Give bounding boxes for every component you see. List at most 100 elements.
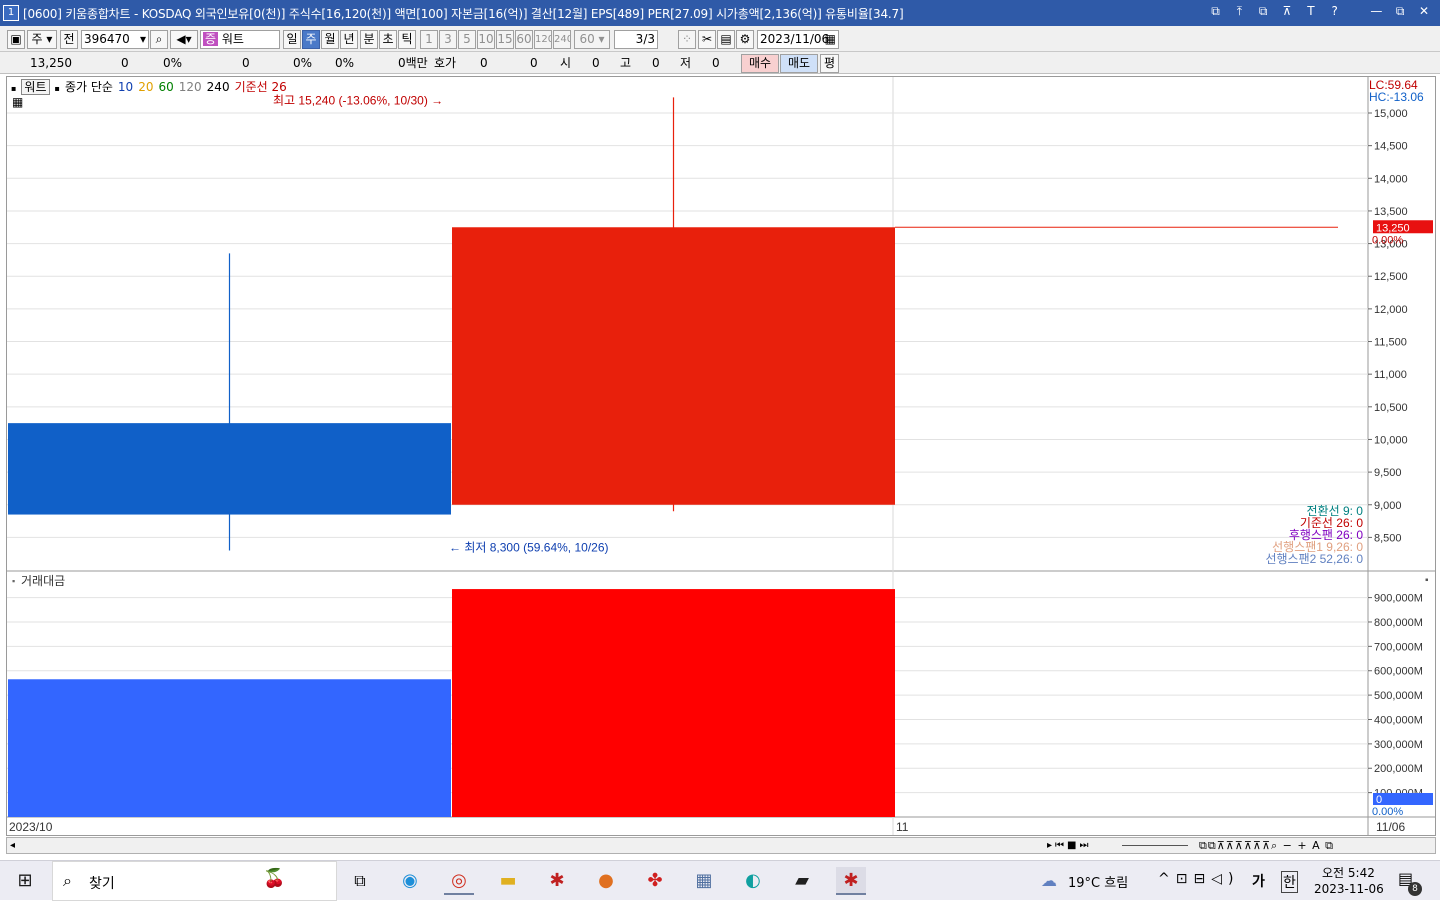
chart-tools-icon[interactable]: ⧉⧉⊼⊼⊼⊼⊼⊼⌕ − + A ⧉ (1199, 838, 1334, 853)
search-icon[interactable]: ⌕ (150, 30, 168, 49)
price-tick-label: 13,500 (1374, 206, 1408, 218)
close-icon[interactable]: ✕ (1414, 4, 1434, 18)
volume-tick-label: 300,000M (1374, 739, 1423, 751)
pin-icon[interactable]: ⊼ (1277, 4, 1297, 18)
tray-icons[interactable]: ^⊡⊟◁) (1158, 871, 1239, 887)
windows-taskbar: ⊞ ⌕ 찾기 🍒 ⧉ ◉ ◎ ▬ ✱ ● ✤ ▦ ◐ ▰ ✱ ☁ 19°C 흐림… (0, 860, 1440, 901)
legend-ma240: 240 (206, 80, 230, 94)
x-label-start: 2023/10 (9, 820, 53, 834)
title-bar: 1 [0600] 키움종합차트 - KOSDAQ 외국인보유[0(천)] 주식수… (0, 0, 1440, 26)
clock-time[interactable]: 오전 5:42 (1322, 864, 1375, 881)
candle-body (8, 423, 451, 515)
code-input[interactable]: 396470 ▾ (81, 30, 149, 49)
interval-5[interactable]: 5 (458, 30, 476, 49)
folder-icon[interactable]: ▬ (493, 867, 523, 895)
calculator-icon[interactable]: ▦ (689, 867, 719, 895)
calendar-icon[interactable]: ▦ (825, 31, 836, 48)
minimize-icon[interactable]: — (1366, 4, 1386, 18)
cut-icon[interactable]: ✂ (698, 30, 716, 49)
interval-custom[interactable]: 60 ▾ (574, 30, 610, 49)
grid-table-icon[interactable]: ▦ (12, 95, 23, 109)
app-red-icon[interactable]: ✤ (640, 867, 670, 895)
interval-120[interactable]: 120 (534, 30, 552, 49)
interval-15[interactable]: 15 (496, 30, 514, 49)
sell-button[interactable]: 매도 (780, 54, 818, 73)
gear-icon[interactable]: ⚙ (736, 30, 754, 49)
period-day[interactable]: 일 (283, 30, 301, 49)
text-icon[interactable]: T (1301, 4, 1321, 18)
panel-close-icon: ▪ (1425, 575, 1429, 586)
high-annotation: 최고 15,240 (-13.06%, 10/30) → (273, 93, 443, 107)
period-year[interactable]: 년 (340, 30, 358, 49)
tool-icon[interactable]: ⁘ (678, 30, 696, 49)
help-icon[interactable]: ? (1325, 4, 1345, 18)
search-placeholder: 찾기 (89, 876, 115, 892)
restore-icon[interactable]: ⧉ (1390, 4, 1410, 19)
chrome-icon[interactable]: ◎ (444, 867, 474, 895)
page-field[interactable]: 3/3 (614, 30, 658, 49)
price-tick-label: 11,500 (1374, 337, 1407, 349)
type-button[interactable]: 전 (60, 30, 78, 49)
link-window-icon[interactable]: ⧉ (1206, 4, 1226, 19)
interval-60[interactable]: 60 (515, 30, 533, 49)
volume-bar (452, 589, 895, 817)
legend-square-icon: ▪ (11, 84, 17, 93)
windows-start-icon[interactable]: ⊞ (10, 867, 40, 895)
candle-body (452, 227, 895, 505)
price-tick-label: 11,000 (1374, 369, 1407, 381)
ime-indicator[interactable]: 가 (1252, 871, 1265, 891)
chart-scrollbar[interactable]: ◂ ▸⏮■⏭ ⧉⧉⊼⊼⊼⊼⊼⊼⌕ − + A ⧉ (6, 837, 1436, 854)
period-second[interactable]: 초 (379, 30, 397, 49)
legend-stock-name[interactable]: 워트 (21, 79, 50, 95)
kiwoom-icon[interactable]: ✱ (542, 867, 572, 895)
volume-panel-title: 거래대금 (21, 574, 65, 588)
top-most-icon[interactable]: ⤒ (1229, 4, 1249, 19)
period-tick[interactable]: 틱 (398, 30, 416, 49)
buy-button[interactable]: 매수 (741, 54, 779, 73)
kiwoom-active-icon[interactable]: ✱ (836, 867, 866, 895)
sticky-notes-icon[interactable]: ▰ (787, 867, 817, 895)
window-number[interactable]: 1 (3, 5, 19, 21)
price-tick-label: 12,000 (1374, 304, 1408, 316)
period-month[interactable]: 월 (321, 30, 339, 49)
chart-area[interactable]: 8,500 9,000 9,500 10,000 10,500 11,000 11,500 1… (6, 76, 1436, 836)
ime-mode[interactable]: 한 (1281, 871, 1298, 893)
interval-1[interactable]: 1 (420, 30, 438, 49)
weather-icon[interactable]: ☁ (1034, 867, 1064, 895)
period-minute[interactable]: 분 (360, 30, 378, 49)
playback-controls[interactable]: ▸⏮■⏭ (1047, 838, 1091, 853)
app-teal-icon[interactable]: ◐ (738, 867, 768, 895)
app-orange-icon[interactable]: ● (591, 867, 621, 895)
clock-date[interactable]: 2023-11-06 (1314, 882, 1384, 896)
stock-name-field[interactable]: 증 워트 (200, 30, 280, 49)
price-pct: 0.00% (1372, 234, 1403, 246)
legend-base-line: 기준선 26 (234, 80, 287, 94)
taskbar-search-box[interactable]: ⌕ 찾기 🍒 (52, 861, 337, 901)
legend-ma120: 120 (178, 80, 202, 94)
hoga-label: 호가 (434, 56, 457, 70)
interval-240[interactable]: 240 (553, 30, 571, 49)
window-title: [0600] 키움종합차트 - KOSDAQ 외국인보유[0(천)] 주식수[1… (23, 7, 904, 21)
stock-tag-icon: 증 (203, 32, 219, 46)
market-select[interactable]: 주 ▾ (27, 30, 57, 49)
sound-icon[interactable]: ◀▾ (170, 30, 198, 49)
x-label-end: 11/06 (1376, 820, 1405, 834)
interval-10[interactable]: 10 (477, 30, 495, 49)
chart-svg[interactable]: 8,500 9,000 9,500 10,000 10,500 11,000 11,500 1… (7, 77, 1435, 835)
zoom-slider[interactable] (1122, 845, 1188, 846)
edge-icon[interactable]: ◉ (395, 867, 425, 895)
task-view-icon[interactable]: ⧉ (345, 867, 375, 895)
chart-layout-icon[interactable]: ▣ (7, 30, 25, 49)
weather-text[interactable]: 19°C 흐림 (1068, 872, 1128, 891)
interval-3[interactable]: 3 (439, 30, 457, 49)
date-field[interactable]: 2023/11/06 ▦ (757, 30, 839, 49)
scroll-left-icon[interactable]: ◂ (10, 838, 15, 853)
copy-window-icon[interactable]: ⧉ (1253, 4, 1273, 19)
cherry-icon: 🍒 (263, 868, 286, 889)
avg-button[interactable]: 평 (820, 54, 839, 73)
price-tick-label: 14,500 (1374, 141, 1408, 153)
hoga-value: 0 (480, 56, 488, 70)
period-week[interactable]: 주 (302, 30, 320, 49)
save-icon[interactable]: ▤ (717, 30, 735, 49)
code-value: 396470 (84, 32, 130, 46)
